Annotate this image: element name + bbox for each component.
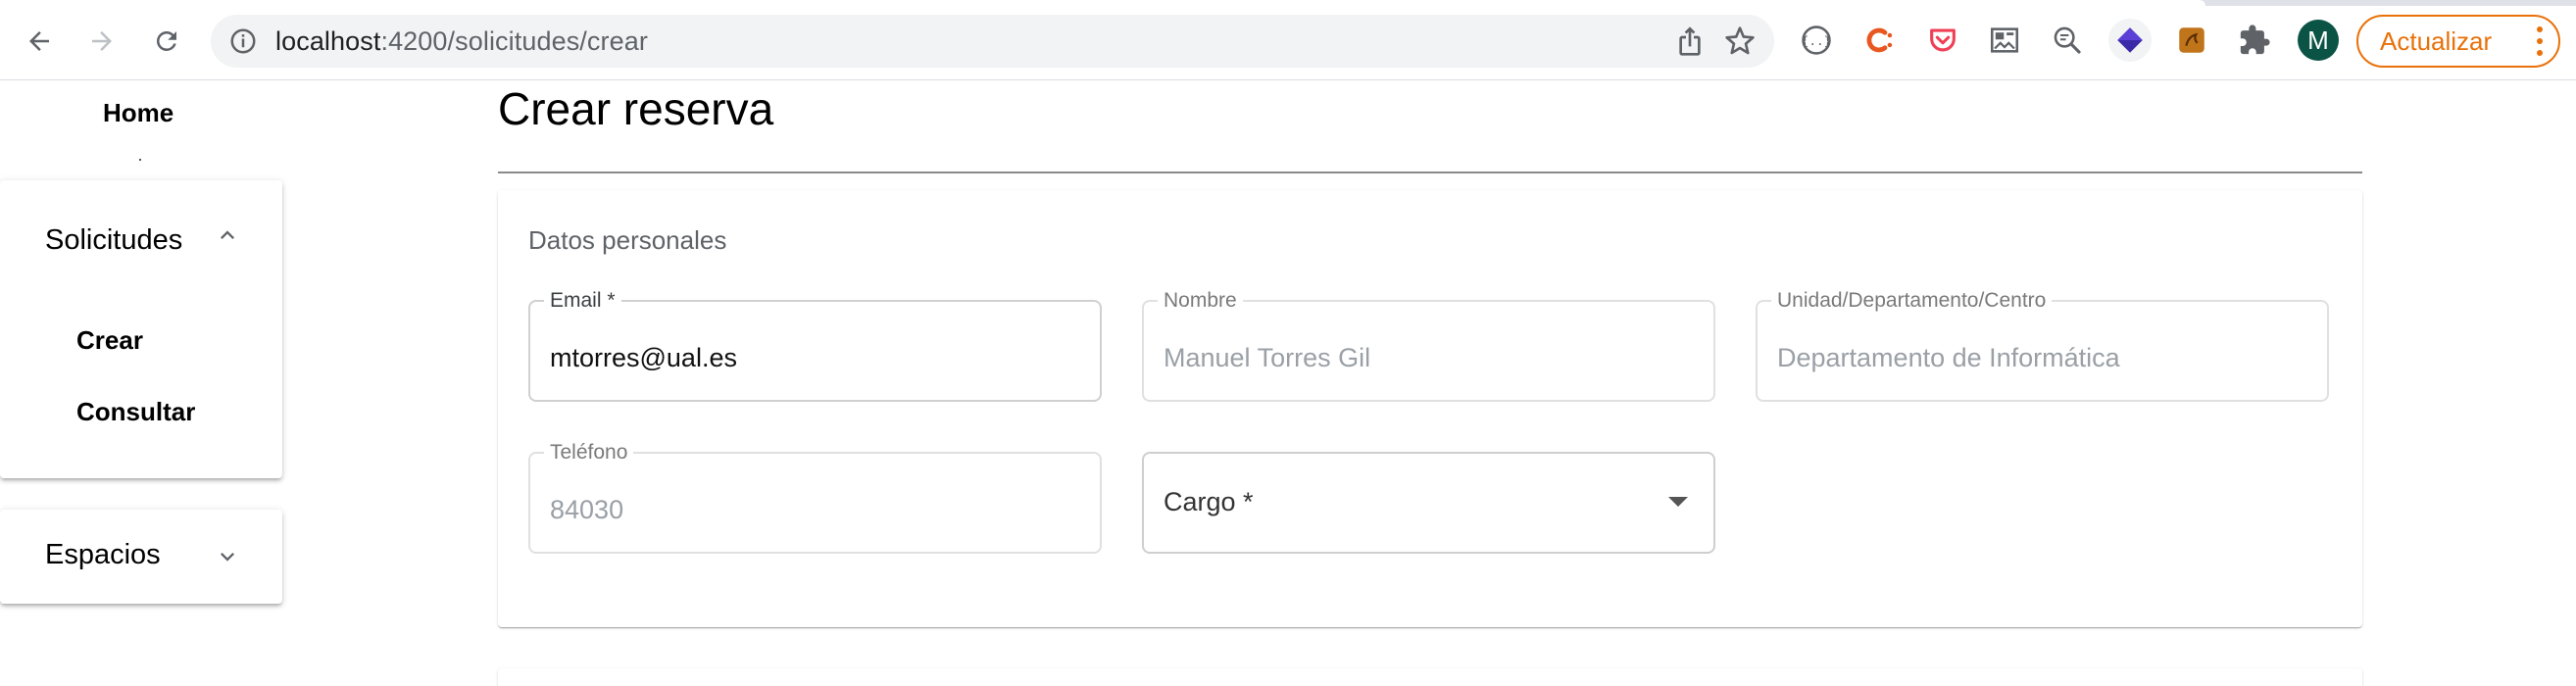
extensions-button[interactable]	[2233, 19, 2276, 62]
share-icon[interactable]	[1674, 25, 1706, 57]
espacios-header[interactable]: Espacios	[45, 539, 161, 571]
bookmark-star-icon[interactable]	[1724, 25, 1756, 57]
active-tab[interactable]	[0, 0, 2205, 6]
update-button[interactable]: Actualizar	[2356, 15, 2560, 68]
extension-diamond[interactable]	[2108, 19, 2152, 62]
extension-clockify[interactable]	[1858, 19, 1902, 62]
amber-icon	[2179, 27, 2204, 53]
gallery-icon	[1990, 27, 2019, 53]
page-title: Crear reserva	[498, 83, 774, 134]
puzzle-icon	[2240, 24, 2270, 55]
profile-avatar[interactable]: M	[2298, 20, 2339, 61]
svg-text:{..}: {..}	[1802, 34, 1832, 49]
browser-toolbar: localhost:4200/solicitudes/crear {..} M …	[0, 0, 2576, 80]
extension-pocket[interactable]	[1921, 19, 1964, 62]
cargo-select[interactable]: Cargo *	[1142, 452, 1715, 554]
extension-gallery[interactable]	[1983, 19, 2026, 62]
unidad-field: Unidad/Departamento/Centro Departamento …	[1756, 290, 2329, 402]
pocket-icon	[1930, 28, 1956, 52]
chevron-up-icon[interactable]	[214, 221, 241, 249]
telefono-field: Teléfono 84030	[528, 442, 1102, 554]
sidebar-item-crear[interactable]: Crear	[76, 325, 143, 356]
espacios-panel[interactable]: Espacios	[0, 510, 282, 604]
zoom-text-icon	[2054, 26, 2081, 54]
telefono-value: 84030	[550, 495, 624, 524]
extension-code-braces[interactable]: {..}	[1795, 19, 1838, 62]
arrow-left-icon	[29, 31, 49, 51]
cargo-placeholder: Cargo *	[1164, 487, 1254, 516]
email-field[interactable]: Email * mtorres@ual.es	[528, 290, 1102, 402]
address-bar[interactable]: localhost:4200/solicitudes/crear	[211, 15, 1774, 68]
telefono-label: Teléfono	[544, 442, 634, 464]
clockify-icon	[1866, 27, 1893, 53]
dropdown-arrow-icon[interactable]	[1668, 497, 1688, 507]
unidad-value: Departamento de Informática	[1777, 343, 2120, 372]
app-page: Home Solicitudes Crear Consultar Espacio…	[0, 80, 2576, 686]
sidebar-item-consultar[interactable]: Consultar	[76, 397, 195, 427]
nombre-value: Manuel Torres Gil	[1164, 343, 1371, 372]
code-braces-icon: {..}	[1802, 25, 1832, 55]
info-icon[interactable]	[228, 26, 258, 56]
solicitudes-header[interactable]: Solicitudes	[45, 224, 182, 257]
email-label: Email *	[544, 290, 621, 312]
reload-icon	[156, 30, 176, 51]
forward-button[interactable]	[78, 18, 125, 65]
diamond-icon	[2117, 27, 2143, 53]
url-text[interactable]: localhost:4200/solicitudes/crear	[275, 28, 648, 55]
home-link[interactable]: Home	[103, 98, 173, 128]
extension-amber[interactable]	[2170, 19, 2213, 62]
update-label: Actualizar	[2380, 25, 2493, 56]
section-title: Datos personales	[528, 225, 727, 255]
url-host: localhost	[275, 26, 381, 56]
unidad-label: Unidad/Departamento/Centro	[1771, 290, 2053, 312]
back-button[interactable]	[16, 18, 63, 65]
solicitudes-panel: Solicitudes Crear Consultar	[0, 180, 282, 478]
nombre-field: Nombre Manuel Torres Gil	[1142, 290, 1715, 402]
url-path: :4200/solicitudes/crear	[380, 26, 648, 56]
chevron-down-icon[interactable]	[214, 543, 241, 570]
tab-strip	[0, 0, 2576, 6]
reload-button[interactable]	[143, 18, 190, 65]
title-divider	[498, 172, 2362, 173]
arrow-right-icon	[92, 31, 112, 51]
next-section-card	[498, 668, 2362, 686]
more-vertical-icon	[2537, 26, 2545, 56]
divider-dot	[139, 159, 141, 161]
email-value[interactable]: mtorres@ual.es	[550, 343, 737, 373]
personal-data-card: Datos personales Email * mtorres@ual.es …	[498, 190, 2362, 627]
nombre-label: Nombre	[1158, 290, 1243, 312]
extension-zoom-text[interactable]	[2046, 19, 2089, 62]
